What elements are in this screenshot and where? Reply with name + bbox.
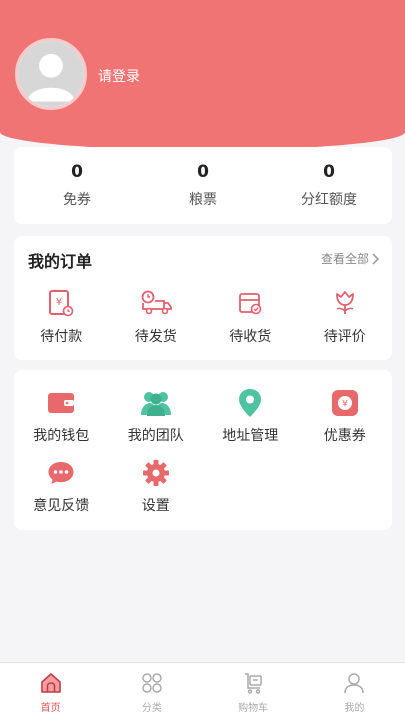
location-icon	[233, 386, 267, 420]
gear-icon	[139, 456, 173, 490]
tab-label: 购物车	[238, 703, 269, 714]
tool-label: 地址管理	[222, 428, 279, 444]
order-item-label: 待发货	[134, 329, 177, 345]
cart-icon	[239, 669, 267, 697]
order-item-label: 待评价	[323, 329, 366, 345]
svg-text:¥: ¥	[56, 297, 62, 308]
tab-profile[interactable]: 我的	[304, 663, 405, 720]
avatar[interactable]	[15, 38, 87, 110]
truck-icon	[139, 286, 173, 320]
order-pending-receipt[interactable]: 待收货	[203, 286, 298, 346]
profile-icon	[340, 669, 368, 697]
stat-label: 免券	[63, 192, 91, 208]
orders-card: 我的订单 查看全部 ¥ 待付款 待发货 待收货 待评价	[14, 236, 392, 360]
stat-coupon[interactable]: 0 免券	[14, 147, 140, 224]
tool-address[interactable]: 地址管理	[203, 386, 298, 456]
tab-label: 首页	[40, 703, 61, 714]
tool-label: 意见反馈	[33, 498, 90, 514]
tool-feedback[interactable]: 意见反馈	[14, 456, 109, 526]
tools-card: 我的钱包 我的团队 地址管理 ¥ 优惠券 意见反馈 设置	[14, 370, 392, 530]
orders-title: 我的订单	[28, 252, 93, 271]
stat-label: 粮票	[189, 192, 217, 208]
view-all-orders-link[interactable]: 查看全部	[321, 250, 380, 267]
stat-ticket[interactable]: 0 粮票	[140, 147, 266, 224]
order-pending-shipment[interactable]: 待发货	[109, 286, 204, 346]
payment-icon: ¥	[44, 286, 78, 320]
stat-value: 0	[323, 162, 335, 182]
order-pending-payment[interactable]: ¥ 待付款	[14, 286, 109, 346]
svg-text:¥: ¥	[342, 400, 348, 410]
tool-label: 优惠券	[323, 428, 366, 444]
order-pending-review[interactable]: 待评价	[298, 286, 393, 346]
user-avatar-icon	[18, 41, 84, 107]
tab-cart[interactable]: 购物车	[203, 663, 304, 720]
tool-label: 我的钱包	[33, 428, 90, 444]
order-item-label: 待付款	[40, 329, 83, 345]
feedback-icon	[44, 456, 78, 490]
bottom-tab-bar: 首页 分类 购物车 我的	[0, 662, 405, 720]
stats-card: 0 免券 0 粮票 0 分红额度	[14, 147, 392, 224]
profile-header: 请登录	[0, 0, 405, 150]
home-icon	[37, 669, 65, 697]
tab-label: 我的	[344, 703, 365, 714]
view-all-label: 查看全部	[320, 252, 369, 266]
login-link[interactable]: 请登录	[98, 66, 140, 86]
category-icon	[138, 669, 166, 697]
tab-home[interactable]: 首页	[0, 663, 101, 720]
package-icon	[233, 286, 267, 320]
tool-wallet[interactable]: 我的钱包	[14, 386, 109, 456]
flower-icon	[328, 286, 362, 320]
team-icon	[139, 386, 173, 420]
tool-settings[interactable]: 设置	[109, 456, 204, 526]
tool-coupon[interactable]: ¥ 优惠券	[298, 386, 393, 456]
stat-value: 0	[197, 162, 209, 182]
stat-value: 0	[71, 162, 83, 182]
chevron-right-icon	[372, 252, 380, 265]
order-item-label: 待收货	[229, 329, 272, 345]
wallet-icon	[44, 386, 78, 420]
stat-dividend[interactable]: 0 分红额度	[266, 147, 392, 224]
tool-label: 设置	[141, 498, 170, 514]
tool-label: 我的团队	[127, 428, 184, 444]
tab-label: 分类	[141, 703, 162, 714]
tool-team[interactable]: 我的团队	[109, 386, 204, 456]
coupon-icon: ¥	[328, 386, 362, 420]
tab-category[interactable]: 分类	[101, 663, 202, 720]
stat-label: 分红额度	[301, 192, 357, 208]
